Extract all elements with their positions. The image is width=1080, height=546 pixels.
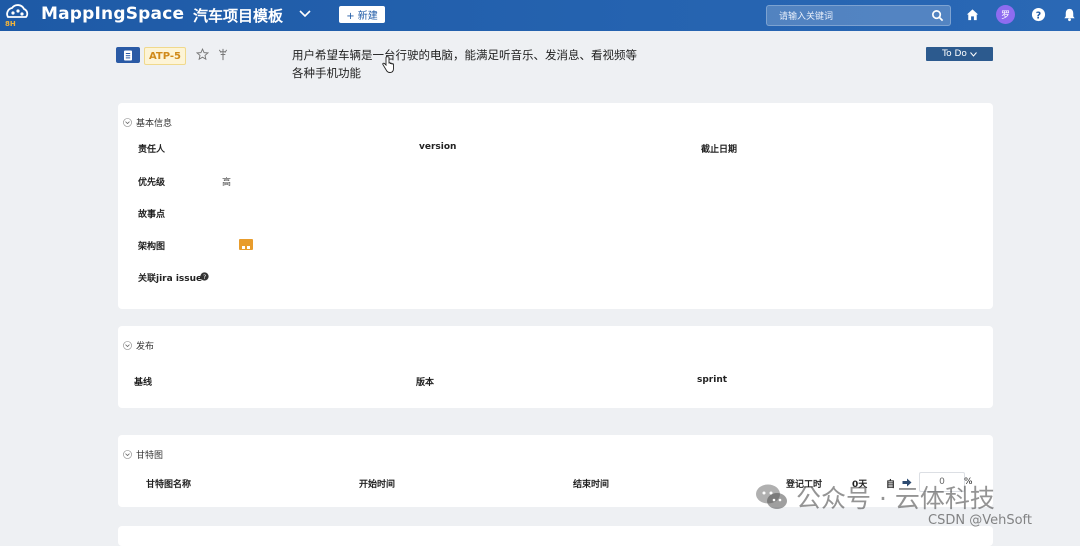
architecture-label: 架构图 bbox=[138, 242, 166, 252]
deadline-label: 截止日期 bbox=[701, 145, 738, 155]
chevron-down-icon bbox=[123, 450, 132, 459]
watermark-text: 公众号 · 云体科技 bbox=[796, 484, 995, 513]
chevron-down-icon bbox=[123, 341, 132, 350]
release-card: 发布 基线 版本 sprint bbox=[118, 326, 993, 408]
avatar-text: 罗 bbox=[1000, 11, 1010, 21]
search-placeholder: 请输入关键词 bbox=[779, 12, 834, 22]
csdn-watermark: CSDN @VehSoft bbox=[928, 513, 1032, 528]
summary-line-1: 用户希望车辆是一台行驶的电脑，能满足听音乐、发消息、看视频等 bbox=[292, 48, 637, 62]
top-navigation-bar: 8H MappIngSpace 汽车项目模板 + 新建 请输入关键词 罗 ? bbox=[0, 0, 1080, 31]
release-title: 发布 bbox=[136, 342, 155, 352]
avatar[interactable]: 罗 bbox=[996, 5, 1015, 24]
search-input[interactable]: 请输入关键词 bbox=[766, 5, 951, 26]
gantt-title: 甘特图 bbox=[136, 451, 164, 461]
brand-name[interactable]: MappIngSpace bbox=[41, 4, 184, 24]
baseline-label: 基线 bbox=[134, 378, 153, 388]
story-points-label: 故事点 bbox=[138, 210, 166, 220]
image-icon bbox=[242, 246, 250, 249]
chevron-down-icon[interactable] bbox=[297, 6, 313, 22]
issue-summary[interactable]: 用户希望车辆是一台行驶的电脑，能满足听音乐、发消息、看视频等 各种手机功能 bbox=[292, 46, 652, 82]
hand-cursor-icon bbox=[382, 56, 394, 73]
version-label: version bbox=[419, 142, 457, 152]
document-icon bbox=[124, 50, 132, 60]
new-button[interactable]: + 新建 bbox=[339, 6, 385, 23]
search-icon[interactable] bbox=[931, 9, 944, 22]
status-dropdown[interactable]: To Do bbox=[926, 47, 993, 61]
next-section-card bbox=[118, 526, 993, 546]
basic-info-header[interactable]: 基本信息 bbox=[123, 116, 172, 129]
svg-text:?: ? bbox=[203, 274, 206, 281]
end-time-label: 结束时间 bbox=[573, 480, 610, 490]
basic-info-title: 基本信息 bbox=[136, 119, 173, 129]
svg-text:8H: 8H bbox=[5, 20, 16, 28]
jira-issue-label: 关联jira issue bbox=[138, 274, 203, 284]
star-icon[interactable] bbox=[196, 48, 209, 61]
priority-label: 优先级 bbox=[138, 178, 166, 188]
architecture-image-thumbnail[interactable] bbox=[239, 239, 253, 250]
chevron-down-icon bbox=[970, 51, 977, 57]
cloud-logo-icon[interactable]: 8H bbox=[2, 0, 32, 30]
summary-line-2: 各种手机功能 bbox=[292, 66, 361, 80]
chevron-down-icon bbox=[123, 118, 132, 127]
sprint-label: sprint bbox=[697, 375, 728, 385]
help-circle-icon[interactable]: ? bbox=[200, 272, 209, 281]
new-button-label: + 新建 bbox=[346, 11, 378, 22]
bell-icon[interactable] bbox=[1062, 7, 1077, 22]
wechat-icon bbox=[756, 484, 787, 509]
priority-value[interactable]: 高 bbox=[222, 175, 231, 188]
release-header[interactable]: 发布 bbox=[123, 339, 154, 352]
gantt-header[interactable]: 甘特图 bbox=[123, 448, 163, 461]
help-icon[interactable]: ? bbox=[1031, 7, 1046, 22]
watermark: 公众号 · 云体科技 bbox=[754, 479, 995, 515]
basic-info-card: 基本信息 责任人 version 截止日期 优先级 高 故事点 架构图 关联ji… bbox=[118, 103, 993, 309]
gantt-name-label: 甘特图名称 bbox=[146, 480, 192, 490]
pin-icon[interactable] bbox=[217, 48, 229, 61]
home-icon[interactable] bbox=[965, 7, 980, 22]
release-version-label: 版本 bbox=[416, 378, 435, 388]
status-label: To Do bbox=[942, 49, 967, 59]
issue-type-icon[interactable] bbox=[116, 47, 140, 63]
owner-label: 责任人 bbox=[138, 145, 166, 155]
project-title[interactable]: 汽车项目模板 bbox=[193, 5, 283, 26]
svg-text:?: ? bbox=[1036, 10, 1041, 21]
issue-key-badge[interactable]: ATP-5 bbox=[144, 47, 186, 65]
start-time-label: 开始时间 bbox=[359, 480, 396, 490]
